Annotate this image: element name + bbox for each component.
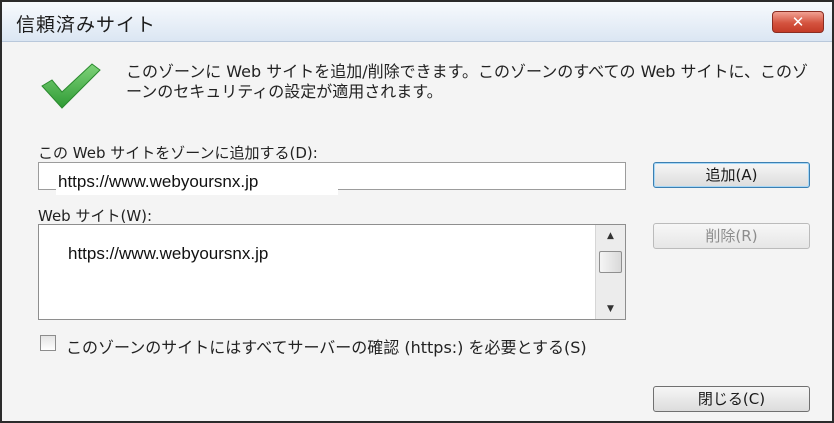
close-button[interactable]: 閉じる(C) xyxy=(653,386,810,412)
list-item[interactable]: https://www.webyoursnx.jp xyxy=(68,244,268,264)
websites-list-scrollbar[interactable]: ▲ ▼ xyxy=(595,225,625,319)
scroll-down-icon[interactable]: ▼ xyxy=(596,301,625,317)
require-https-checkbox[interactable] xyxy=(40,335,56,351)
add-site-input-value[interactable]: https://www.webyoursnx.jp xyxy=(56,169,338,195)
checkmark-icon xyxy=(41,63,101,109)
trusted-sites-dialog: 信頼済みサイト ✕ このゾーンに Web サイトを追加/削除できます。このゾーン… xyxy=(0,0,834,423)
add-button[interactable]: 追加(A) xyxy=(653,162,810,188)
window-close-button[interactable]: ✕ xyxy=(772,11,824,33)
remove-button[interactable]: 削除(R) xyxy=(653,223,810,249)
require-https-label[interactable]: このゾーンのサイトにはすべてサーバーの確認 (https:) を必要とする(S) xyxy=(66,334,587,358)
websites-list[interactable] xyxy=(38,224,626,320)
title-bar: 信頼済みサイト ✕ xyxy=(2,2,832,42)
websites-label: Web サイト(W): xyxy=(38,207,153,225)
zone-description: このゾーンに Web サイトを追加/削除できます。このゾーンのすべての Web … xyxy=(126,62,809,101)
close-icon: ✕ xyxy=(791,13,805,31)
scroll-thumb[interactable] xyxy=(599,251,622,273)
window-title: 信頼済みサイト xyxy=(16,14,157,36)
add-site-label: この Web サイトをゾーンに追加する(D): xyxy=(38,144,318,162)
scroll-up-icon[interactable]: ▲ xyxy=(596,228,625,244)
